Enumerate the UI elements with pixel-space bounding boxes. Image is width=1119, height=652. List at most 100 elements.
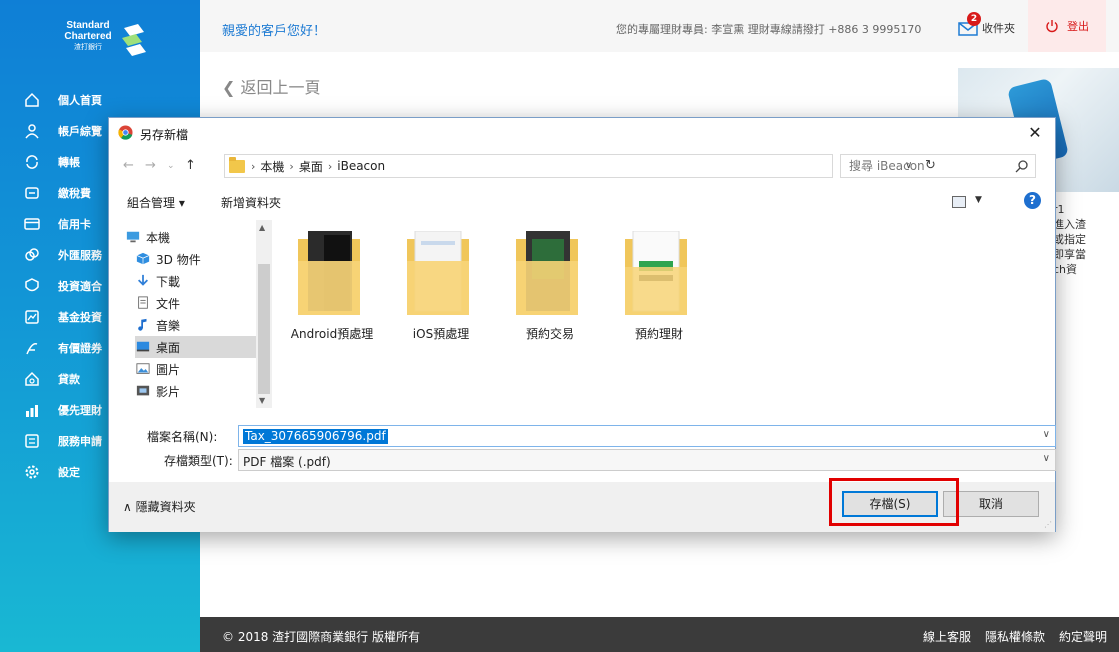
help-icon[interactable]: ? — [1024, 192, 1041, 209]
documents-icon — [138, 296, 148, 309]
nav-pane-label: 音樂 — [156, 318, 181, 333]
chrome-icon — [118, 125, 133, 140]
currency-icon — [24, 247, 40, 263]
recent-locations-icon[interactable]: ⌄ — [167, 161, 175, 171]
nav-pane-item[interactable]: 桌面 — [135, 336, 256, 358]
dialog-title: 另存新檔 — [140, 128, 189, 142]
navigation-scrollbar[interactable]: ▲ ▼ — [256, 220, 272, 408]
service-icon — [24, 433, 40, 449]
page: Standard Chartered 渣打銀行 個人首頁帳戶綜覽轉帳繳稅費信用卡… — [0, 0, 1119, 652]
save-as-dialog: 另存新檔 ✕ ← → ⌄ ↑ › 本機 › 桌面 › iBeacon ∨ ↻ 搜… — [108, 117, 1056, 532]
resize-grip-icon[interactable]: ⋰ — [1044, 520, 1052, 529]
breadcrumb-this-pc[interactable]: 本機 — [260, 158, 284, 175]
view-options-icon[interactable] — [952, 196, 966, 208]
up-arrow-icon[interactable]: ↑ — [185, 158, 196, 173]
folder-icon — [625, 231, 687, 315]
nav-pane-label: 桌面 — [156, 340, 181, 355]
credit-card-icon — [24, 216, 40, 232]
transfer-icon — [24, 154, 40, 170]
search-input[interactable] — [841, 155, 1001, 177]
filetype-select[interactable]: PDF 檔案 (.pdf) ∨ — [238, 449, 1056, 471]
folder-icon — [229, 156, 245, 173]
sidebar-item-label: 優先理財 — [58, 403, 102, 417]
nav-pane-label: 下載 — [156, 274, 181, 289]
sidebar-item-label: 信用卡 — [58, 217, 91, 231]
sidebar-item[interactable]: 個人首頁 — [0, 84, 200, 115]
3d-objects-icon — [136, 252, 150, 265]
loan-icon — [24, 371, 40, 387]
hide-folders-toggle[interactable]: ∧ 隱藏資料夾 — [123, 498, 196, 515]
search-box[interactable] — [840, 154, 1036, 178]
sidebar-item-label: 有價證券 — [58, 341, 102, 355]
scroll-thumb[interactable] — [258, 264, 270, 394]
organize-menu[interactable]: 組合管理 ▾ — [127, 194, 185, 211]
desktop-icon — [136, 341, 150, 352]
forward-arrow-icon[interactable]: → — [145, 158, 156, 173]
nav-pane-item[interactable]: 文件 — [135, 292, 256, 314]
folder-item[interactable]: Android預處理 — [284, 226, 380, 356]
breadcrumb-desktop[interactable]: 桌面 — [299, 158, 323, 175]
address-bar[interactable]: › 本機 › 桌面 › iBeacon ∨ ↻ — [224, 154, 936, 178]
chevron-up-icon: ∧ — [123, 500, 136, 514]
nav-pane-item[interactable]: 下載 — [135, 270, 256, 292]
footer-link[interactable]: 線上客服 — [923, 628, 971, 645]
download-icon — [138, 274, 148, 286]
folder-icon — [298, 231, 360, 315]
sidebar-item-label: 投資適合 — [58, 279, 102, 293]
filetype-label: 存檔類型(T): — [164, 454, 233, 468]
sidebar-item-label: 設定 — [58, 465, 80, 479]
promo-text: r1 進入渣 或指定 即享當 ch資 — [1053, 203, 1086, 276]
back-link[interactable]: ❮ 返回上一頁 — [222, 74, 321, 98]
address-row: ← → ⌄ ↑ › 本機 › 桌面 › iBeacon ∨ ↻ — [109, 154, 1055, 178]
logo-line-1: Standard — [66, 20, 110, 31]
folder-item[interactable]: 預約理財 — [611, 226, 707, 356]
pictures-icon — [136, 363, 150, 374]
chevron-right-icon: › — [251, 159, 256, 173]
nav-pane-item[interactable]: 本機 — [125, 226, 256, 248]
chevron-left-icon: ❮ — [222, 78, 241, 97]
chevron-right-icon: › — [289, 159, 294, 173]
greeting: 親愛的客戶您好！ — [222, 24, 327, 39]
back-arrow-icon[interactable]: ← — [123, 158, 134, 173]
nav-pane-label: 3D 物件 — [156, 252, 201, 267]
dialog-toolbar: 組合管理 ▾ 新增資料夾 ▼ ? — [109, 186, 1055, 216]
inbox-label: 收件夾 — [982, 22, 1015, 35]
scroll-down-icon[interactable]: ▼ — [259, 396, 265, 405]
nav-pane-item[interactable]: 影片 — [135, 380, 256, 402]
footer-link[interactable]: 隱私權條款 — [985, 628, 1045, 645]
chevron-right-icon: › — [327, 159, 333, 173]
nav-pane-item[interactable]: 3D 物件 — [135, 248, 256, 270]
inbox-button[interactable]: 2 收件夾 — [958, 12, 1015, 40]
sidebar-item-label: 繳稅費 — [58, 186, 91, 200]
file-list: Android預處理 iOS預處理 預約交易 預約理財 — [284, 226, 1034, 406]
power-icon — [1046, 20, 1058, 33]
sidebar-item-label: 轉帳 — [58, 155, 80, 169]
investment-icon — [24, 277, 40, 294]
footer-links: 線上客服 隱私權條款 約定聲明 — [923, 628, 1107, 645]
bank-logo[interactable]: Standard Chartered 渣打銀行 — [58, 20, 168, 70]
envelope-icon: 2 — [958, 12, 981, 36]
folder-icon — [407, 231, 469, 315]
nav-pane-item[interactable]: 音樂 — [135, 314, 256, 336]
chevron-down-icon[interactable]: ▼ — [975, 195, 982, 205]
filetype-value: PDF 檔案 (.pdf) — [243, 455, 331, 469]
dialog-title-bar[interactable]: 另存新檔 ✕ — [109, 118, 1055, 148]
home-icon — [24, 92, 40, 108]
scroll-up-icon[interactable]: ▲ — [259, 223, 265, 232]
search-icon — [1015, 160, 1028, 173]
sidebar-item-label: 帳戶綜覽 — [58, 124, 102, 138]
filename-field[interactable]: Tax_307665906796.pdf ∨ — [238, 425, 1056, 447]
hide-folders-label: 隱藏資料夾 — [135, 500, 196, 514]
close-icon[interactable]: ✕ — [1015, 118, 1055, 148]
footer-link[interactable]: 約定聲明 — [1059, 628, 1107, 645]
music-icon — [138, 318, 147, 331]
logout-button[interactable]: 登出 — [1028, 0, 1106, 52]
folder-item[interactable]: iOS預處理 — [393, 226, 489, 356]
chevron-down-icon[interactable]: ∨ — [1043, 453, 1050, 464]
new-folder-button[interactable]: 新增資料夾 — [221, 194, 281, 211]
sidebar-item-label: 個人首頁 — [58, 93, 102, 107]
folder-item[interactable]: 預約交易 — [502, 226, 598, 356]
breadcrumb-ibeacon[interactable]: iBeacon — [337, 159, 385, 173]
nav-pane-item[interactable]: 圖片 — [135, 358, 256, 380]
chevron-down-icon[interactable]: ∨ — [1043, 429, 1050, 440]
